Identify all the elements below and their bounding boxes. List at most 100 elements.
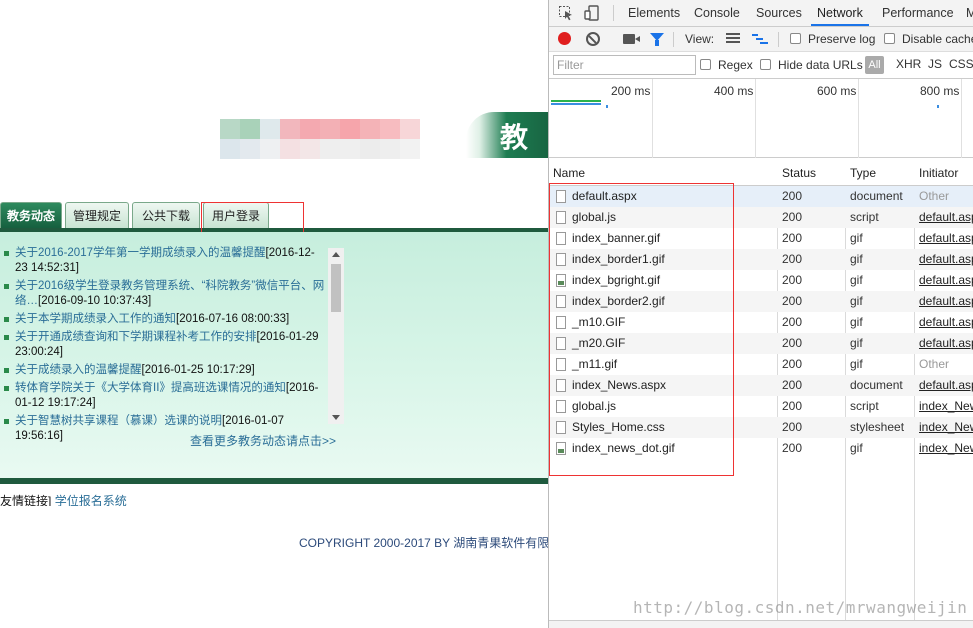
overview-tick-label: 200 ms bbox=[611, 84, 651, 98]
tab-performance[interactable]: Performance bbox=[882, 0, 954, 26]
overview-timing-bar bbox=[551, 100, 601, 102]
table-header: Name Status Type Initiator bbox=[549, 158, 973, 186]
request-initiator[interactable]: default.aspx bbox=[919, 291, 973, 312]
request-initiator[interactable]: default.aspx bbox=[919, 228, 973, 249]
network-overview[interactable]: 200 ms 400 ms 600 ms 800 ms bbox=[549, 79, 973, 158]
regex-checkbox[interactable] bbox=[700, 59, 711, 70]
overview-gridline bbox=[652, 79, 653, 158]
news-title[interactable]: 关于2016-2017学年第一学期成绩录入的温馨提醒 bbox=[15, 247, 266, 259]
tab-network[interactable]: Network bbox=[811, 0, 869, 26]
news-item[interactable]: 关于本学期成绩录入工作的通知[2016-07-16 08:00:33] bbox=[4, 312, 326, 327]
news-title[interactable]: 关于智慧树共享课程（慕课）选课的说明 bbox=[15, 415, 222, 427]
news-item[interactable]: 关于2016-2017学年第一学期成绩录入的温馨提醒[2016-12-23 14… bbox=[4, 246, 326, 276]
scroll-up-icon[interactable] bbox=[332, 252, 340, 257]
request-type: script bbox=[850, 210, 879, 224]
large-rows-icon[interactable] bbox=[726, 33, 740, 44]
request-initiator[interactable]: index_News bbox=[919, 438, 973, 459]
request-type: gif bbox=[850, 336, 863, 350]
request-status: 200 bbox=[782, 210, 803, 224]
disable-cache-label: Disable cache bbox=[902, 32, 973, 46]
news-title[interactable]: 关于本学期成绩录入工作的通知 bbox=[15, 313, 176, 325]
overview-icon[interactable] bbox=[752, 33, 768, 45]
tab-downloads[interactable]: 公共下载 bbox=[132, 202, 200, 228]
bullet-icon bbox=[4, 317, 9, 322]
news-panel: 关于2016-2017学年第一学期成绩录入的温馨提醒[2016-12-23 14… bbox=[0, 232, 548, 478]
tab-regulations[interactable]: 管理规定 bbox=[65, 202, 129, 228]
news-item[interactable]: 关于成绩录入的温馨提醒[2016-01-25 10:17:29] bbox=[4, 363, 326, 378]
request-initiator[interactable]: default.aspx bbox=[919, 375, 973, 396]
news-item[interactable]: 关于开通成绩查询和下学期课程补考工作的安排[2016-01-29 23:00:2… bbox=[4, 330, 326, 360]
request-initiator[interactable]: default.aspx bbox=[919, 312, 973, 333]
overview-tick-label: 800 ms bbox=[920, 84, 960, 98]
news-scrollbar[interactable] bbox=[328, 248, 344, 424]
request-status: 200 bbox=[782, 441, 803, 455]
filter-icon[interactable] bbox=[650, 33, 664, 46]
network-toolbar: View: Preserve log Disable cache bbox=[549, 27, 973, 52]
request-initiator[interactable]: default.aspx bbox=[919, 270, 973, 291]
overview-timing-bar bbox=[551, 103, 601, 105]
tab-more[interactable]: M bbox=[966, 0, 973, 26]
tab-elements[interactable]: Elements bbox=[628, 0, 680, 26]
request-status: 200 bbox=[782, 420, 803, 434]
regex-label: Regex bbox=[718, 58, 753, 72]
tab-news[interactable]: 教务动态 bbox=[0, 202, 62, 228]
preserve-log-checkbox[interactable] bbox=[790, 33, 801, 44]
clear-icon[interactable] bbox=[586, 32, 600, 46]
overview-gridline bbox=[755, 79, 756, 158]
news-title[interactable]: 关于开通成绩查询和下学期课程补考工作的安排 bbox=[15, 331, 257, 343]
watermark: http://blog.csdn.net/mrwangweijin bbox=[633, 598, 968, 617]
request-initiator[interactable]: default.aspx bbox=[919, 207, 973, 228]
type-filter-js[interactable]: JS bbox=[928, 57, 942, 71]
scroll-down-icon[interactable] bbox=[332, 415, 340, 420]
request-type: document bbox=[850, 189, 903, 203]
request-initiator[interactable]: index_News bbox=[919, 396, 973, 417]
request-type: script bbox=[850, 399, 879, 413]
column-header-status[interactable]: Status bbox=[782, 166, 816, 180]
hide-data-urls-label: Hide data URLs bbox=[778, 58, 863, 72]
record-icon[interactable] bbox=[558, 32, 571, 45]
column-header-name[interactable]: Name bbox=[553, 166, 585, 180]
request-status: 200 bbox=[782, 378, 803, 392]
news-title[interactable]: 转体育学院关于《大学体育II》提高班选课情况的通知 bbox=[15, 382, 286, 394]
more-news-link[interactable]: 查看更多教务动态请点击>> bbox=[190, 432, 336, 449]
request-initiator[interactable]: default.aspx bbox=[919, 249, 973, 270]
devtools-statusbar bbox=[549, 620, 973, 628]
type-filter-all[interactable]: All bbox=[865, 56, 884, 74]
tab-separator bbox=[613, 5, 614, 21]
request-type: gif bbox=[850, 357, 863, 371]
type-filter-xhr[interactable]: XHR bbox=[896, 57, 921, 71]
request-type: gif bbox=[850, 441, 863, 455]
request-type: gif bbox=[850, 294, 863, 308]
request-type: document bbox=[850, 378, 903, 392]
friend-link[interactable]: 学位报名系统 bbox=[55, 494, 127, 506]
news-item[interactable]: 转体育学院关于《大学体育II》提高班选课情况的通知[2016-01-12 19:… bbox=[4, 381, 326, 411]
overview-marker bbox=[606, 105, 608, 108]
request-initiator[interactable]: default.aspx bbox=[919, 333, 973, 354]
tab-sources[interactable]: Sources bbox=[756, 0, 802, 26]
request-initiator[interactable]: index_News bbox=[919, 417, 973, 438]
news-date: [2016-07-16 08:00:33] bbox=[176, 313, 290, 325]
tab-console[interactable]: Console bbox=[694, 0, 740, 26]
request-type: gif bbox=[850, 252, 863, 266]
device-toolbar-icon[interactable] bbox=[584, 5, 600, 21]
filter-input[interactable] bbox=[553, 55, 696, 75]
request-status: 200 bbox=[782, 294, 803, 308]
bullet-icon bbox=[4, 386, 9, 391]
toolbar-separator bbox=[673, 32, 674, 47]
column-header-initiator[interactable]: Initiator bbox=[919, 166, 958, 180]
blurred-logo bbox=[220, 119, 420, 159]
capture-screenshots-icon[interactable] bbox=[623, 34, 640, 44]
news-item[interactable]: 关于2016级学生登录教务管理系统、“科院教务”微信平台、网络…[2016-09… bbox=[4, 279, 326, 309]
view-label: View: bbox=[685, 32, 715, 46]
inspect-icon[interactable] bbox=[558, 5, 574, 21]
copyright: COPYRIGHT 2000-2017 BY 湖南青果软件有限 bbox=[299, 536, 548, 550]
hide-data-urls-checkbox[interactable] bbox=[760, 59, 771, 70]
scroll-thumb[interactable] bbox=[331, 264, 341, 312]
bullet-icon bbox=[4, 251, 9, 256]
disable-cache-checkbox[interactable] bbox=[884, 33, 895, 44]
request-status: 200 bbox=[782, 336, 803, 350]
request-type: gif bbox=[850, 315, 863, 329]
type-filter-css[interactable]: CSS bbox=[949, 57, 973, 71]
news-title[interactable]: 关于成绩录入的温馨提醒 bbox=[15, 364, 142, 376]
column-header-type[interactable]: Type bbox=[850, 166, 876, 180]
